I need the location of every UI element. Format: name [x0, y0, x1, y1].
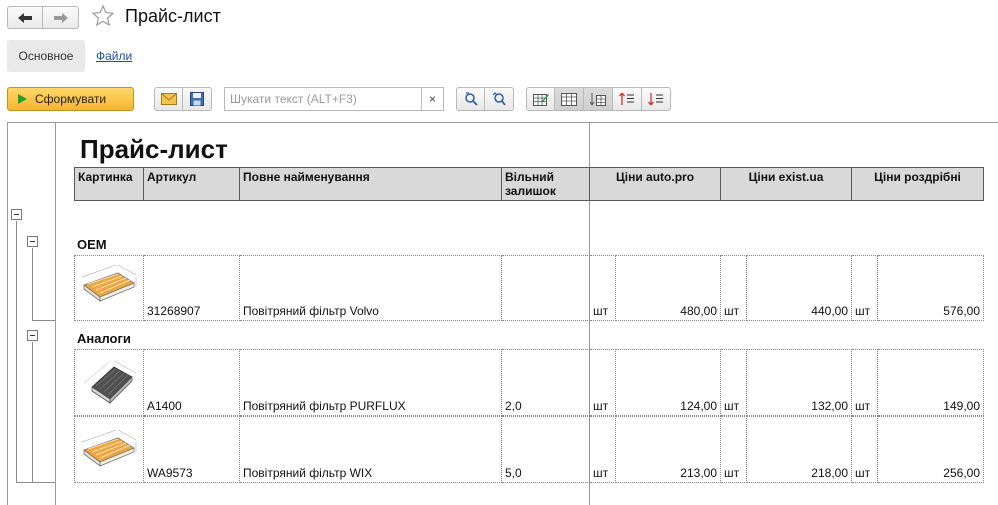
row-article: WA9573 [144, 416, 240, 483]
column-headers-icon [590, 93, 606, 106]
air-filter-image [81, 264, 137, 302]
grid-icon [561, 92, 577, 106]
search-down-icon [464, 92, 478, 106]
row-price-autopro: 124,00 [616, 349, 721, 416]
tab-files[interactable]: Файли [96, 49, 132, 63]
report-top-border [7, 122, 998, 123]
tree-line [32, 248, 33, 321]
column-header-prices-retail: Ціни роздрібні [852, 167, 984, 201]
send-email-button[interactable] [154, 87, 183, 111]
row-unit-exist: шт [721, 255, 747, 321]
row-price-autopro: 213,00 [616, 416, 721, 483]
column-header-full-name: Повне найменування [240, 167, 502, 201]
product-picture [74, 349, 144, 416]
row-price-retail: 256,00 [878, 416, 984, 483]
collapse-group-analogs-icon[interactable] [27, 330, 38, 341]
save-button[interactable] [183, 87, 212, 111]
row-unit-retail: шт [852, 255, 878, 321]
row-price-autopro: 480,00 [616, 255, 721, 321]
column-header-prices-exist: Ціни exist.ua [721, 167, 852, 201]
row-full-name: Повітряний фільтр Volvo [240, 255, 502, 321]
collapse-group-oem-icon[interactable] [27, 236, 38, 247]
row-unit-autopro: шт [590, 255, 616, 321]
back-button[interactable] [7, 6, 43, 29]
sort-ascending-icon [619, 92, 634, 105]
row-unit-retail: шт [852, 416, 878, 483]
row-unit-exist: шт [721, 349, 747, 416]
row-price-exist: 440,00 [747, 255, 852, 321]
sort-ascending-button[interactable] [613, 87, 642, 111]
arrow-left-icon [18, 12, 32, 23]
arrow-right-icon [53, 12, 68, 23]
column-header-prices-autopro: Ціни auto.pro [590, 167, 721, 201]
tree-line [16, 482, 55, 483]
row-unit-retail: шт [852, 349, 878, 416]
air-filter-image [81, 429, 137, 467]
collapse-group-all-icon[interactable] [11, 209, 22, 220]
search-clear-button[interactable]: × [421, 87, 444, 111]
tab-main[interactable]: Основное [7, 40, 85, 72]
row-price-exist: 132,00 [747, 349, 852, 416]
report-title: Прайс-лист [80, 134, 228, 164]
tree-line [16, 221, 17, 483]
row-price-retail: 149,00 [878, 349, 984, 416]
sort-descending-button[interactable] [642, 87, 671, 111]
floppy-disk-icon [190, 92, 204, 106]
sort-descending-icon [648, 93, 663, 106]
row-article: 31268907 [144, 255, 240, 321]
search-up-icon [492, 92, 506, 106]
group-label-oem: OEM [77, 237, 107, 252]
edit-mode-button[interactable] [526, 87, 555, 111]
page-title: Прайс-лист [125, 6, 221, 26]
play-icon [18, 94, 27, 104]
grid-toggle-button[interactable] [555, 87, 584, 111]
headers-toggle-button[interactable] [584, 87, 613, 111]
tree-line [32, 342, 33, 482]
find-next-button[interactable] [456, 87, 485, 111]
search-input[interactable]: Шукати текст (ALT+F3) [224, 87, 422, 111]
table-edit-icon [532, 94, 549, 106]
product-picture [74, 416, 144, 483]
row-article: A1400 [144, 349, 240, 416]
row-full-name: Повітряний фільтр PURFLUX [240, 349, 502, 416]
favorite-star-icon[interactable] [91, 4, 115, 28]
column-header-picture: Картинка [74, 167, 144, 201]
column-header-free-stock: Вільний залишок [502, 167, 590, 201]
product-picture [74, 255, 144, 321]
find-previous-button[interactable] [485, 87, 514, 111]
column-header-article: Артикул [144, 167, 240, 201]
envelope-icon [160, 93, 177, 105]
grouping-gutter-border [55, 122, 56, 505]
row-free-stock [502, 255, 590, 321]
row-unit-autopro: шт [590, 349, 616, 416]
tree-line [32, 320, 55, 321]
generate-button[interactable]: Сформувати [7, 87, 134, 111]
row-full-name: Повітряний фільтр WIX [240, 416, 502, 483]
row-price-exist: 218,00 [747, 416, 852, 483]
row-unit-autopro: шт [590, 416, 616, 483]
group-label-analogs: Аналоги [77, 331, 131, 346]
generate-button-label: Сформувати [35, 92, 107, 106]
air-filter-image [83, 360, 137, 404]
row-free-stock: 2,0 [502, 349, 590, 416]
row-free-stock: 5,0 [502, 416, 590, 483]
row-unit-exist: шт [721, 416, 747, 483]
forward-button[interactable] [43, 6, 79, 29]
report-left-border [7, 122, 8, 505]
row-price-retail: 576,00 [878, 255, 984, 321]
